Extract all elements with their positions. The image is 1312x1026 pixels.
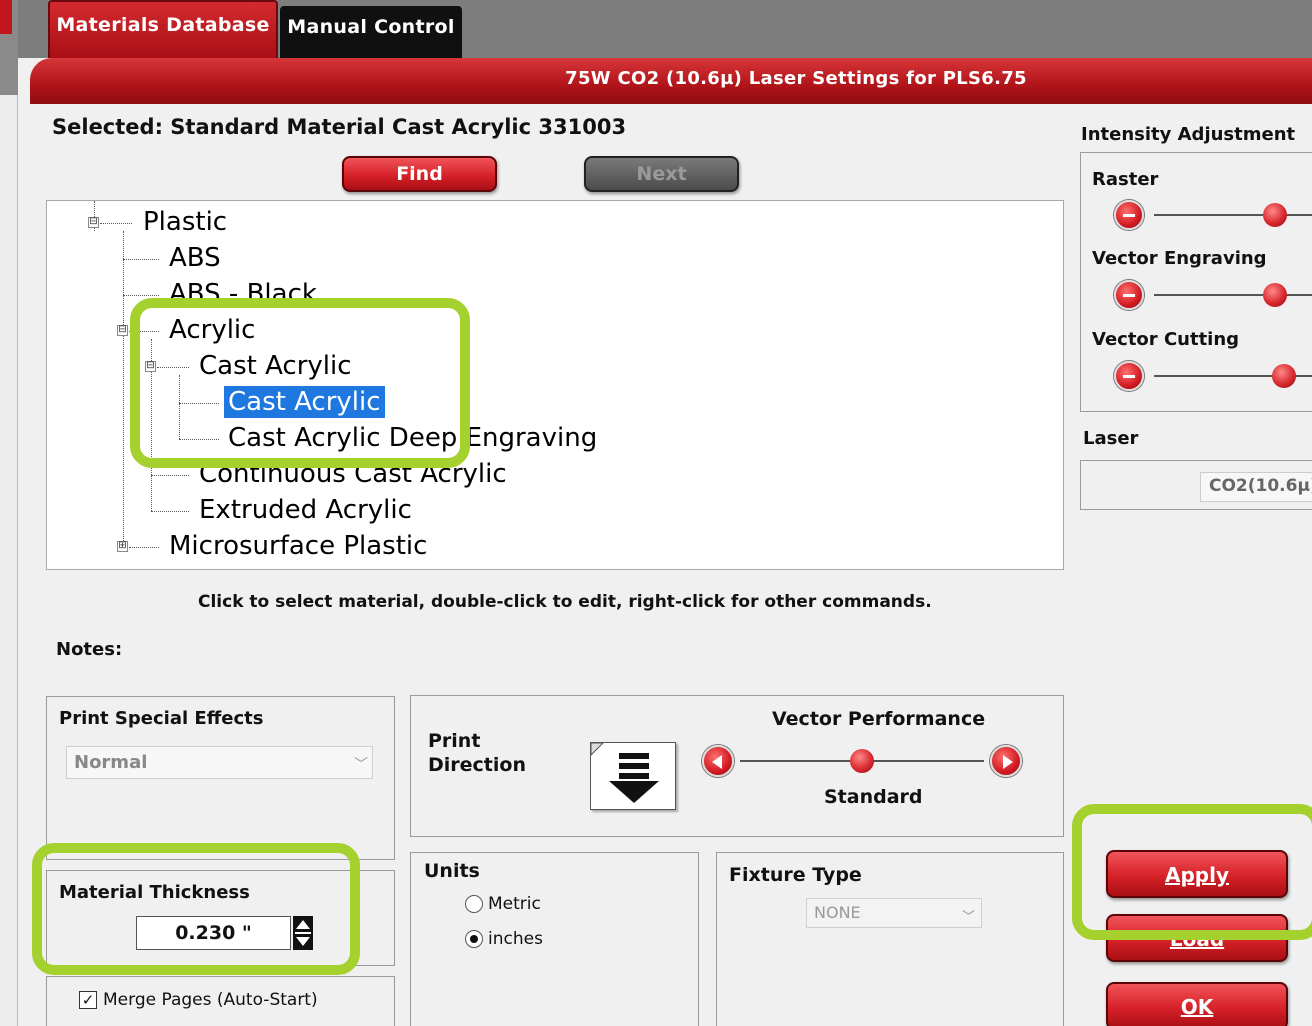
vector-engraving-slider-knob[interactable] [1263,283,1287,307]
print-direction-button[interactable] [590,742,676,810]
radio-selected-dot [470,935,478,943]
selected-material-label: Selected: Standard Material Cast Acrylic… [52,115,627,139]
left-edge-accent [0,0,12,34]
tree-item-cast-acrylic-selected[interactable]: Cast Acrylic [224,386,385,418]
tree-item-abs-black[interactable]: ABS - Black [169,278,317,310]
down-arrow-icon [590,742,659,803]
vector-performance-knob[interactable] [850,749,874,773]
raster-label: Raster [1092,169,1159,190]
spin-up-icon[interactable] [296,920,310,929]
tree-connector [179,439,219,440]
vector-performance-value: Standard [824,786,923,808]
find-button[interactable]: Find [342,156,497,192]
units-metric-label: Metric [488,894,541,914]
raster-slider-track[interactable] [1154,214,1312,216]
tree-connector [157,367,189,368]
print-special-effects-value: Normal [74,752,148,773]
print-direction-label-line2: Direction [428,754,526,776]
tree-item-cast-acrylic-group[interactable]: Cast Acrylic [199,350,352,382]
tree-connector [123,259,159,260]
tree-item-abs[interactable]: ABS [169,242,221,274]
tree-connector [151,511,189,512]
tree-connector [179,375,180,439]
vector-engraving-decrease-button[interactable] [1114,280,1144,310]
thickness-stepper[interactable] [293,916,313,950]
intensity-adjustment-title: Intensity Adjustment [1081,124,1296,145]
arrow-right-icon [1003,755,1013,769]
notes-label: Notes: [56,639,123,660]
fixture-type-value: NONE [814,903,861,922]
tree-expander-cast-acrylic[interactable]: ⊟ [145,361,156,372]
spin-divider [295,932,311,934]
units-inches-label: inches [488,929,543,949]
print-direction-label-line1: Print [428,730,481,752]
units-inches-radio[interactable] [465,930,483,948]
vector-cutting-decrease-button[interactable] [1114,361,1144,391]
raster-decrease-button[interactable] [1114,200,1144,230]
vector-performance-title: Vector Performance [772,708,986,730]
tree-connector [129,547,159,548]
tab-materials-database[interactable]: Materials Database [48,0,278,58]
tree-expander-microsurface[interactable]: ⊞ [117,541,128,552]
spin-down-icon[interactable] [296,937,310,946]
tree-connector [151,475,189,476]
merge-pages-label: Merge Pages (Auto-Start) [103,990,318,1010]
raster-slider-knob[interactable] [1263,203,1287,227]
settings-title-bar: 75W CO2 (10.6µ) Laser Settings for PLS6.… [30,58,1312,104]
vector-cutting-slider-knob[interactable] [1272,364,1296,388]
tree-connector [123,231,124,549]
arrow-left-icon [712,755,722,769]
tree-expander-plastic[interactable]: ⊟ [88,217,99,228]
vector-performance-decrease-button[interactable] [702,745,734,777]
tree-item-plastic[interactable]: Plastic [143,206,227,238]
left-edge-panel [0,95,18,1026]
minus-icon [1123,294,1135,297]
next-button[interactable]: Next [584,156,739,192]
vector-performance-increase-button[interactable] [990,745,1022,777]
material-thickness-input[interactable]: 0.230 " [136,916,291,950]
units-title: Units [424,860,480,882]
minus-icon [1123,214,1135,217]
tree-connector [100,223,132,224]
tree-item-acrylic[interactable]: Acrylic [169,314,255,346]
tree-connector [179,403,219,404]
units-metric-radio[interactable] [465,895,483,913]
merge-pages-checkbox[interactable]: ✓ [79,991,97,1009]
apply-button[interactable]: Apply [1106,850,1288,898]
vector-engraving-label: Vector Engraving [1092,248,1267,269]
vector-engraving-slider-track[interactable] [1154,294,1312,296]
tree-expander-acrylic[interactable]: ⊟ [117,325,128,336]
vector-cutting-label: Vector Cutting [1092,329,1240,350]
tree-item-extruded-acrylic[interactable]: Extruded Acrylic [199,494,412,526]
load-button[interactable]: Load [1106,914,1288,962]
laser-type-field: CO2(10.6µ) [1200,472,1312,502]
ok-button[interactable]: OK [1106,982,1288,1026]
material-tree[interactable]: ⊟ ⊟ ⊟ ⊞ Plastic ABS ABS - Black Acrylic … [46,200,1064,570]
chevron-down-icon[interactable]: ﹀ [354,754,368,774]
print-special-effects-title: Print Special Effects [59,708,264,729]
tree-connector [129,331,159,332]
laser-title: Laser [1083,428,1139,449]
tree-connector [123,295,159,296]
material-thickness-title: Material Thickness [59,882,250,903]
chevron-down-icon[interactable]: ﹀ [962,906,975,925]
tab-manual-control[interactable]: Manual Control [280,6,462,58]
tree-item-microsurface-plastic[interactable]: Microsurface Plastic [169,530,427,562]
tree-item-continuous-cast-acrylic[interactable]: Continuous Cast Acrylic [199,458,507,490]
minus-icon [1123,375,1135,378]
tree-item-cast-acrylic-deep-engraving[interactable]: Cast Acrylic Deep Engraving [228,422,597,454]
fixture-type-title: Fixture Type [729,864,862,886]
tree-hint-text: Click to select material, double-click t… [198,592,932,612]
